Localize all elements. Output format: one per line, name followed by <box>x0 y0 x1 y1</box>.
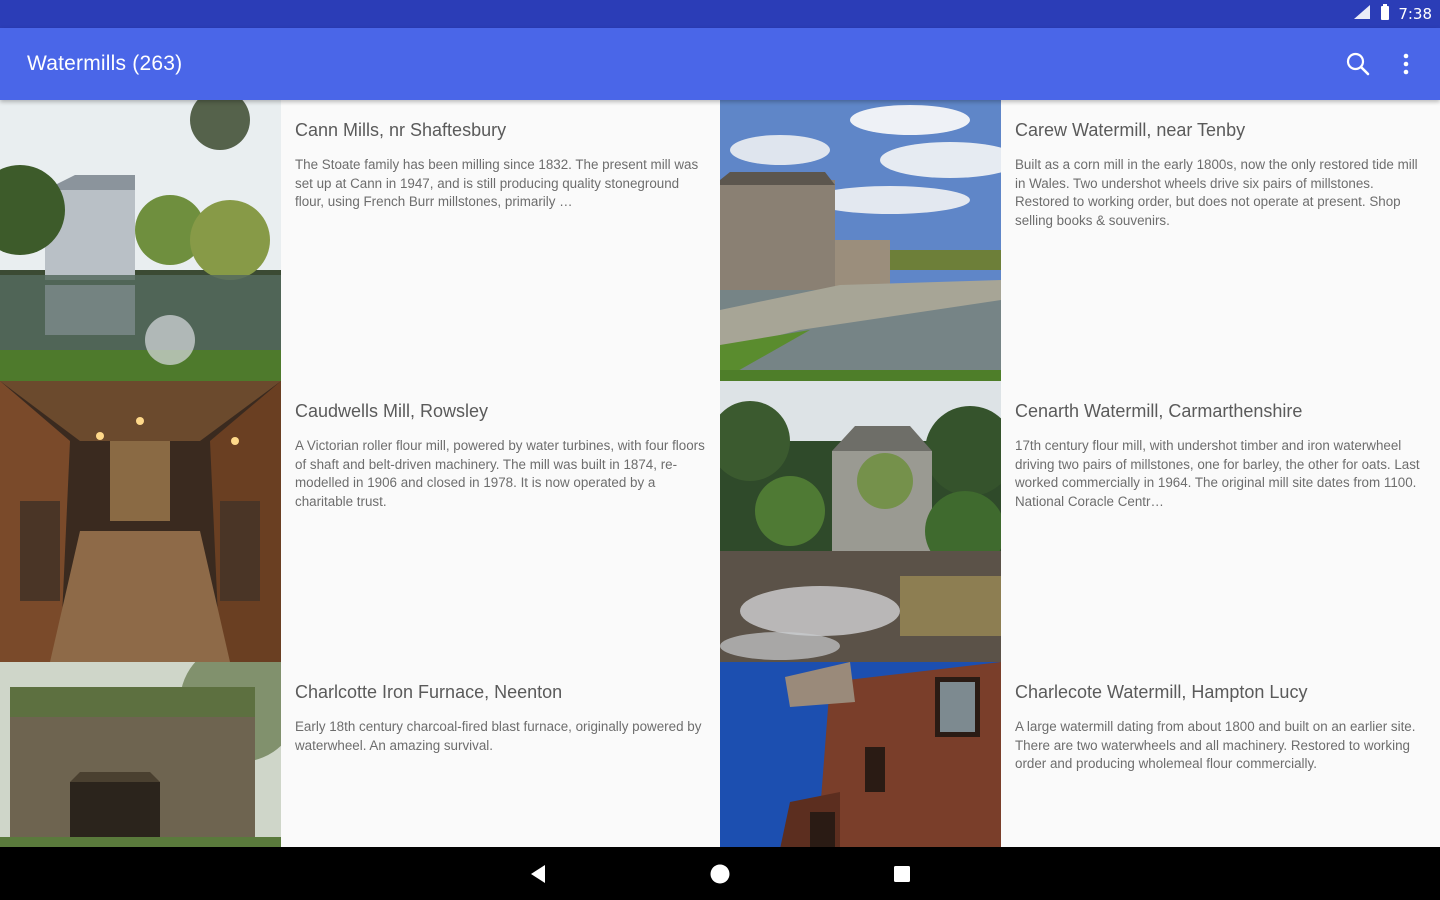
mill-info: Carew Watermill, near Tenby Built as a c… <box>1015 100 1427 230</box>
mill-info: Cenarth Watermill, Carmarthenshire 17th … <box>1015 381 1427 511</box>
mill-info: Charlcotte Iron Furnace, Neenton Early 1… <box>295 662 707 755</box>
mill-description: Built as a corn mill in the early 1800s,… <box>1015 157 1418 228</box>
mill-title: Cenarth Watermill, Carmarthenshire <box>1015 401 1303 421</box>
mill-thumbnail <box>720 100 1001 381</box>
mill-thumbnail <box>0 381 281 662</box>
mill-thumbnail <box>720 381 1001 662</box>
mill-description: A Victorian roller flour mill, powered b… <box>295 438 705 509</box>
mill-thumbnail <box>0 662 281 847</box>
mill-info: Cann Mills, nr Shaftesbury The Stoate fa… <box>295 100 707 212</box>
mill-description: 17th century flour mill, with undershot … <box>1015 438 1420 509</box>
search-icon[interactable] <box>1340 46 1376 82</box>
status-bar: 7:38 <box>0 0 1440 28</box>
mill-title: Cann Mills, nr Shaftesbury <box>295 120 507 140</box>
mill-thumbnail <box>720 662 1001 847</box>
list-item[interactable]: Charlecote Watermill, Hampton Lucy A lar… <box>720 662 1440 847</box>
mill-info: Charlecote Watermill, Hampton Lucy A lar… <box>1015 662 1427 774</box>
page-title: Watermills (263) <box>27 52 183 75</box>
list-item[interactable]: Charlcotte Iron Furnace, Neenton Early 1… <box>0 662 720 847</box>
mill-list: Cann Mills, nr Shaftesbury The Stoate fa… <box>0 100 1440 847</box>
mill-title: Caudwells Mill, Rowsley <box>295 401 489 421</box>
mill-thumbnail <box>0 100 281 381</box>
status-icons: 7:38 <box>1352 0 1432 28</box>
list-item[interactable]: Cann Mills, nr Shaftesbury The Stoate fa… <box>0 100 720 381</box>
mill-title: Charlcotte Iron Furnace, Neenton <box>295 682 563 702</box>
back-icon[interactable] <box>524 860 552 888</box>
mill-description: A large watermill dating from about 1800… <box>1015 719 1416 772</box>
mill-description: Early 18th century charcoal-fired blast … <box>295 719 702 753</box>
mill-description: The Stoate family has been milling since… <box>295 157 699 210</box>
mill-title: Carew Watermill, near Tenby <box>1015 120 1246 140</box>
status-time: 7:38 <box>1398 5 1432 23</box>
app-bar: Watermills (263) <box>0 28 1440 100</box>
more-vert-icon[interactable] <box>1388 46 1424 82</box>
list-item[interactable]: Caudwells Mill, Rowsley A Victorian roll… <box>0 381 720 662</box>
list-item[interactable]: Cenarth Watermill, Carmarthenshire 17th … <box>720 381 1440 662</box>
mill-info: Caudwells Mill, Rowsley A Victorian roll… <box>295 381 707 511</box>
list-item[interactable]: Carew Watermill, near Tenby Built as a c… <box>720 100 1440 381</box>
navigation-bar <box>0 847 1440 900</box>
battery-icon <box>1380 4 1390 24</box>
signal-icon <box>1352 4 1372 24</box>
recents-icon[interactable] <box>888 860 916 888</box>
home-icon[interactable] <box>706 860 734 888</box>
mill-title: Charlecote Watermill, Hampton Lucy <box>1015 682 1308 702</box>
